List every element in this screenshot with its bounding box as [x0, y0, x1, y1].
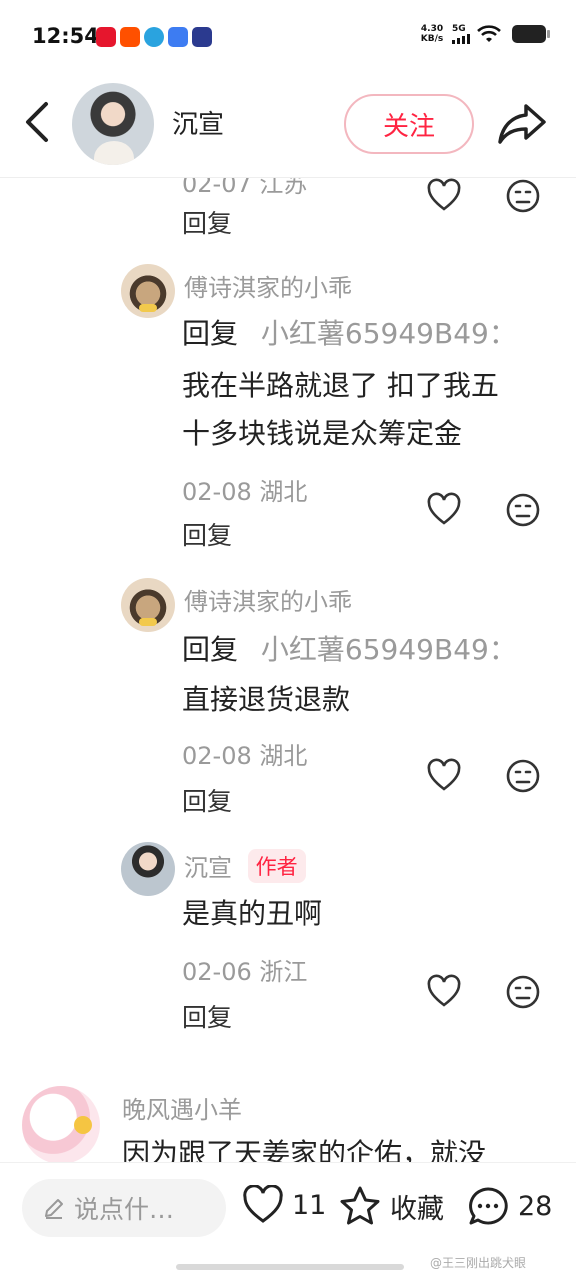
author-badge: 作者 — [247, 849, 306, 883]
commenter-avatar[interactable] — [121, 578, 175, 632]
comment-meta: 02-08 湖北 — [182, 478, 308, 506]
share-icon[interactable] — [494, 98, 550, 148]
home-indicator[interactable] — [176, 1264, 404, 1270]
dislike-icon[interactable] — [505, 492, 541, 528]
comment-count: 28 — [518, 1190, 553, 1222]
telegram-icon — [144, 27, 164, 47]
video-app-icon — [192, 27, 212, 47]
comment-text-line: 我在半路就退了 扣了我五 — [182, 369, 499, 402]
status-app-icons — [96, 27, 212, 47]
reply-target[interactable]: 小红薯65949B49： — [261, 317, 517, 350]
comment-item: 02-07 江苏 回复 — [0, 178, 576, 248]
reply-button[interactable]: 回复 — [182, 998, 232, 1034]
comment-meta: 02-06 浙江 — [182, 958, 308, 986]
commenter-name[interactable]: 傅诗淇家的小乖 — [184, 582, 352, 617]
comment-item: 傅诗淇家的小乖 回复 小红薯65949B49： 我在半路就退了 扣了我五 十多块… — [0, 262, 576, 552]
status-indicators: 4.30 KB/s 5G — [418, 24, 550, 44]
reply-button[interactable]: 回复 — [182, 516, 232, 552]
comment-text: 回复 小红薯65949B49： — [182, 633, 517, 666]
comment-text: 回复 小红薯65949B49： — [182, 317, 517, 350]
reply-target[interactable]: 小红薯65949B49： — [261, 633, 517, 666]
bottom-action-bar: 说点什… 11 收藏 28 — [0, 1162, 576, 1252]
status-bar: 12:54 4.30 KB/s 5G — [0, 0, 576, 72]
dislike-icon[interactable] — [505, 974, 541, 1010]
author-name[interactable]: 沉宣 — [172, 104, 224, 141]
collect-label: 收藏 — [390, 1193, 444, 1225]
dislike-icon[interactable] — [505, 758, 541, 794]
commenter-avatar[interactable] — [121, 264, 175, 318]
like-icon[interactable] — [426, 758, 462, 794]
commenter-name[interactable]: 沉宣 作者 — [184, 848, 306, 883]
like-icon[interactable] — [426, 178, 462, 214]
battery-icon — [512, 25, 550, 43]
comment-text-line: 因为跟了天姜家的企佑，就没 — [122, 1137, 487, 1162]
comment-input[interactable]: 说点什… — [22, 1179, 226, 1237]
comment-button[interactable]: 28 — [466, 1185, 552, 1227]
status-time: 12:54 — [32, 24, 99, 48]
comment-text-line: 是真的丑啊 — [182, 897, 323, 930]
commenter-name[interactable]: 晚风遇小羊 — [122, 1090, 242, 1125]
reply-button[interactable]: 回复 — [182, 782, 232, 818]
collect-button[interactable]: 收藏 — [338, 1185, 444, 1227]
commenter-avatar[interactable] — [121, 842, 175, 896]
taobao-icon — [120, 27, 140, 47]
comment-item: 晚风遇小羊 因为跟了天姜家的企佑，就没 — [0, 1082, 576, 1162]
pencil-icon — [45, 1199, 63, 1219]
wifi-icon — [477, 25, 501, 42]
author-avatar[interactable] — [72, 83, 154, 165]
note-header: 沉宣 关注 — [0, 72, 576, 178]
heart-icon — [243, 1185, 283, 1223]
like-count: 11 — [292, 1189, 327, 1221]
follow-button[interactable]: 关注 — [344, 94, 474, 154]
comment-item: 傅诗淇家的小乖 回复 小红薯65949B49： 直接退货退款 02-08 湖北 … — [0, 576, 576, 826]
commenter-name[interactable]: 傅诗淇家的小乖 — [184, 268, 352, 303]
like-icon[interactable] — [426, 974, 462, 1010]
watermark: @王三刚出跳犬眼 — [430, 1256, 527, 1270]
star-icon — [340, 1186, 380, 1225]
net-speed: 4.30 KB/s — [420, 24, 444, 44]
comment-text-line: 直接退货退款 — [182, 683, 351, 716]
app-blue-icon — [168, 27, 188, 47]
comment-input-placeholder: 说点什… — [74, 1195, 175, 1224]
chat-bubble-icon — [469, 1187, 508, 1225]
commenter-avatar[interactable] — [22, 1086, 100, 1162]
signal-icon: 5G — [452, 24, 470, 44]
comment-text-line: 十多块钱说是众筹定金 — [182, 417, 463, 450]
reply-button[interactable]: 回复 — [182, 204, 232, 240]
comment-meta: 02-08 湖北 — [182, 742, 308, 770]
back-button[interactable] — [18, 96, 58, 148]
like-icon[interactable] — [426, 492, 462, 528]
like-button[interactable]: 11 — [242, 1185, 326, 1225]
dislike-icon[interactable] — [505, 178, 541, 214]
weibo-icon — [96, 27, 116, 47]
comment-item: 沉宣 作者 是真的丑啊 02-06 浙江 回复 — [0, 842, 576, 1042]
